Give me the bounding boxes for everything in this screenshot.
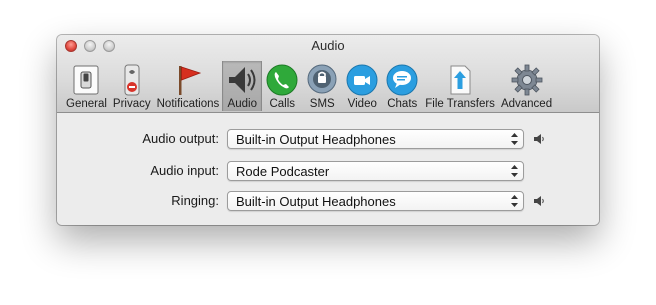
ringing-label: Ringing: — [171, 193, 219, 208]
tab-label: General — [66, 98, 107, 110]
ringing-value: Built-in Output Headphones — [236, 194, 396, 209]
tab-notifications[interactable]: Notifications — [154, 61, 223, 111]
video-camera-icon — [346, 64, 378, 96]
window-title: Audio — [311, 38, 345, 53]
tab-label: File Transfers — [425, 98, 495, 110]
tab-privacy[interactable]: Privacy — [110, 61, 154, 111]
tab-video[interactable]: Video — [342, 61, 382, 111]
audio-output-row: Audio output: Built-in Output Headphones — [57, 129, 599, 151]
tab-chats[interactable]: Chats — [382, 61, 422, 111]
tab-label: Chats — [387, 98, 418, 110]
tab-sms[interactable]: SMS — [302, 61, 342, 111]
preferences-window: Audio General Privacy Notifications Audi… — [57, 35, 599, 225]
privacy-sign-icon — [124, 64, 140, 96]
gear-icon — [511, 64, 542, 96]
audio-output-value: Built-in Output Headphones — [236, 132, 396, 147]
ringing-select[interactable]: Built-in Output Headphones — [227, 191, 524, 211]
tab-audio[interactable]: Audio — [222, 61, 263, 111]
audio-input-select[interactable]: Rode Podcaster — [227, 161, 524, 181]
audio-output-select[interactable]: Built-in Output Headphones — [227, 129, 524, 149]
tab-file-transfers[interactable]: File Transfers — [422, 61, 498, 111]
audio-output-label: Audio output: — [142, 131, 219, 146]
switch-icon — [73, 65, 99, 95]
test-speaker-icon[interactable] — [533, 195, 545, 207]
sms-bubble-icon — [307, 64, 337, 94]
tab-general[interactable]: General — [63, 61, 110, 111]
tab-label: Audio — [227, 98, 257, 110]
test-speaker-icon[interactable] — [533, 133, 545, 145]
tab-label: SMS — [309, 98, 335, 110]
audio-settings-panel: Audio output: Built-in Output Headphones… — [57, 113, 599, 225]
tab-advanced[interactable]: Advanced — [498, 61, 555, 111]
phone-icon — [266, 64, 298, 96]
title-bar: Audio General Privacy Notifications Audi… — [57, 35, 599, 113]
tab-label: Advanced — [500, 98, 553, 110]
audio-input-row: Audio input: Rode Podcaster — [57, 161, 599, 183]
tab-calls[interactable]: Calls — [262, 61, 302, 111]
tab-label: Video — [347, 98, 377, 110]
audio-input-value: Rode Podcaster — [236, 164, 330, 179]
preferences-toolbar: General Privacy Notifications Audio Call… — [63, 61, 555, 112]
updown-arrows-icon — [511, 133, 518, 145]
updown-arrows-icon — [511, 165, 518, 177]
audio-input-label: Audio input: — [150, 163, 219, 178]
updown-arrows-icon — [511, 195, 518, 207]
tab-label: Calls — [269, 98, 296, 110]
ringing-row: Ringing: Built-in Output Headphones — [57, 191, 599, 213]
red-flag-icon — [178, 66, 202, 95]
chat-bubble-icon — [386, 64, 418, 96]
tab-label: Privacy — [112, 98, 151, 110]
tab-label: Notifications — [156, 98, 220, 110]
upload-arrow-icon — [450, 65, 471, 95]
speaker-waves-icon — [229, 67, 256, 93]
